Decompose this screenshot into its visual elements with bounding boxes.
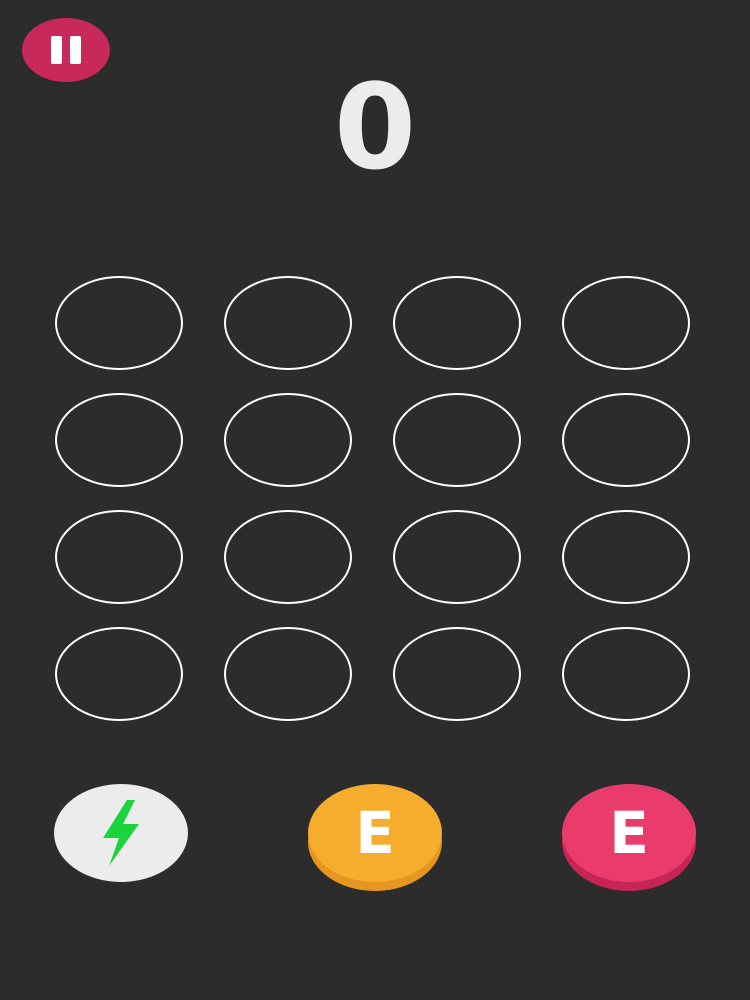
pause-icon-bar-right: [70, 36, 81, 64]
tile-letter: E: [609, 799, 649, 867]
tile-face: E: [562, 784, 696, 882]
board-slot[interactable]: [393, 627, 521, 721]
letter-tile-pink[interactable]: E: [562, 784, 696, 892]
score-display: 0: [333, 58, 417, 196]
board-slot[interactable]: [393, 276, 521, 370]
board-slot[interactable]: [55, 393, 183, 487]
pause-icon-bar-left: [51, 36, 62, 64]
board-slot[interactable]: [393, 510, 521, 604]
lightning-power-up-button[interactable]: [54, 784, 188, 882]
board-slot[interactable]: [562, 276, 690, 370]
tile-letter: E: [355, 799, 395, 867]
board-slot[interactable]: [224, 510, 352, 604]
letter-tile-orange[interactable]: E: [308, 784, 442, 892]
board-slot[interactable]: [562, 393, 690, 487]
tile-face: E: [308, 784, 442, 882]
board-slot[interactable]: [393, 393, 521, 487]
board-slot[interactable]: [224, 393, 352, 487]
board-slot[interactable]: [224, 276, 352, 370]
board-slot[interactable]: [562, 627, 690, 721]
board-slot[interactable]: [55, 276, 183, 370]
board-slot[interactable]: [224, 627, 352, 721]
board-slot[interactable]: [562, 510, 690, 604]
board-slot[interactable]: [55, 510, 183, 604]
lightning-bolt-icon: [103, 800, 139, 866]
board-slot[interactable]: [55, 627, 183, 721]
